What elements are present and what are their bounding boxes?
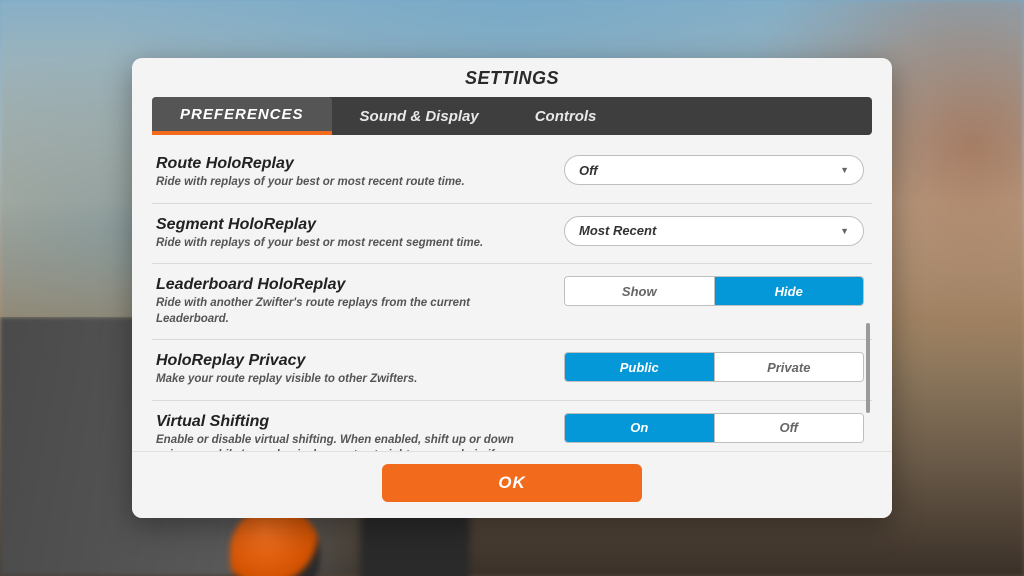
leaderboard-show-button[interactable]: Show [565,277,714,305]
tab-sound-display[interactable]: Sound & Display [332,97,507,135]
setting-desc: Enable or disable virtual shifting. When… [156,433,540,451]
scrollbar-thumb[interactable] [866,323,870,413]
dropdown-value: Off [579,163,598,178]
setting-row-holoreplay-privacy: HoloReplay Privacy Make your route repla… [152,340,872,401]
segment-holoreplay-dropdown[interactable]: Most Recent ▼ [564,216,864,246]
panel-footer: OK [132,451,892,518]
leaderboard-hide-button[interactable]: Hide [714,277,864,305]
virtual-shifting-on-button[interactable]: On [565,414,714,442]
setting-title: Virtual Shifting [156,413,540,431]
tab-bar: PREFERENCES Sound & Display Controls [152,97,872,135]
setting-control: Public Private [564,352,864,382]
setting-desc: Ride with replays of your best or most r… [156,175,540,191]
setting-control: Show Hide [564,276,864,306]
route-holoreplay-dropdown[interactable]: Off ▼ [564,155,864,185]
chevron-down-icon: ▼ [840,165,849,175]
setting-text: Leaderboard HoloReplay Ride with another… [156,276,540,327]
setting-row-segment-holoreplay: Segment HoloReplay Ride with replays of … [152,204,872,265]
setting-desc: Ride with another Zwifter's route replay… [156,296,540,327]
setting-control: On Off [564,413,864,443]
chevron-down-icon: ▼ [840,226,849,236]
setting-control: Most Recent ▼ [564,216,864,246]
dropdown-value: Most Recent [579,223,656,238]
privacy-public-button[interactable]: Public [565,353,714,381]
tab-preferences[interactable]: PREFERENCES [152,97,332,135]
ok-button[interactable]: OK [382,464,642,502]
virtual-shifting-toggle: On Off [564,413,864,443]
tab-label: Sound & Display [360,108,479,125]
setting-title: Segment HoloReplay [156,216,540,234]
setting-title: Route HoloReplay [156,155,540,173]
leaderboard-holoreplay-toggle: Show Hide [564,276,864,306]
setting-title: HoloReplay Privacy [156,352,540,370]
setting-row-leaderboard-holoreplay: Leaderboard HoloReplay Ride with another… [152,264,872,340]
setting-row-route-holoreplay: Route HoloReplay Ride with replays of yo… [152,143,872,204]
tab-label: PREFERENCES [180,106,304,123]
settings-panel: SETTINGS PREFERENCES Sound & Display Con… [132,58,892,518]
tab-label: Controls [535,108,597,125]
setting-desc: Ride with replays of your best or most r… [156,236,540,252]
privacy-toggle: Public Private [564,352,864,382]
setting-text: Segment HoloReplay Ride with replays of … [156,216,540,252]
settings-list[interactable]: Route HoloReplay Ride with replays of yo… [152,143,872,451]
setting-desc: Make your route replay visible to other … [156,372,540,388]
setting-text: HoloReplay Privacy Make your route repla… [156,352,540,388]
setting-control: Off ▼ [564,155,864,185]
setting-title: Leaderboard HoloReplay [156,276,540,294]
setting-row-virtual-shifting: Virtual Shifting Enable or disable virtu… [152,401,872,451]
tab-controls[interactable]: Controls [507,97,625,135]
virtual-shifting-off-button[interactable]: Off [714,414,864,442]
panel-title: SETTINGS [132,58,892,97]
setting-text: Route HoloReplay Ride with replays of yo… [156,155,540,191]
privacy-private-button[interactable]: Private [714,353,864,381]
setting-text: Virtual Shifting Enable or disable virtu… [156,413,540,451]
